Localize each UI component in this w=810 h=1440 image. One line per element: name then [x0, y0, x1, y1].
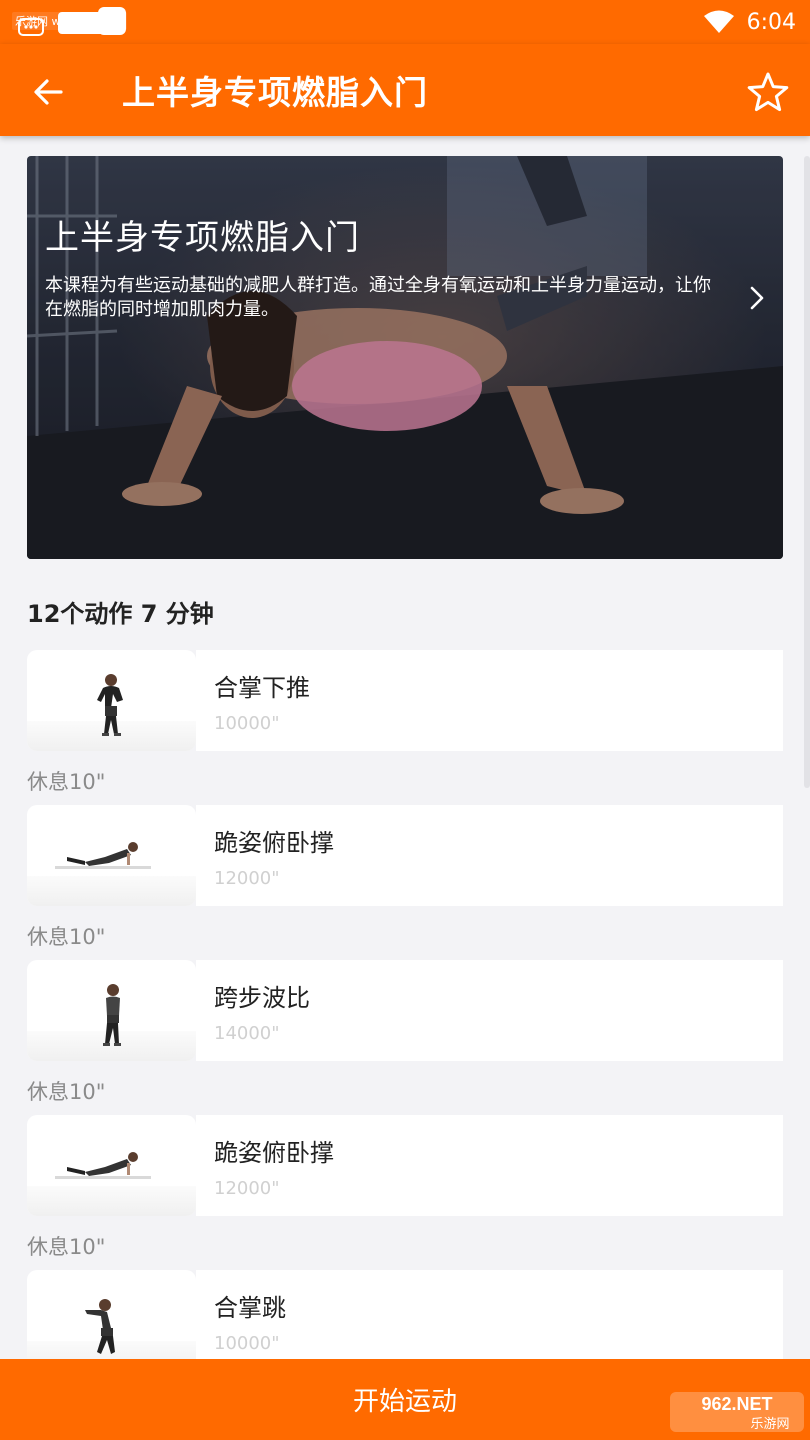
exercise-thumbnail — [27, 1270, 196, 1371]
exercise-name: 合掌下推 — [214, 674, 310, 702]
exercise-info: 跨步波比 14000" — [196, 960, 783, 1061]
exercise-item[interactable]: 跨步波比 14000" — [27, 960, 783, 1061]
arrow-left-icon — [34, 79, 63, 105]
status-bar: 乐游网 www.962.net 6:04 — [0, 0, 810, 44]
exercise-info: 跪姿俯卧撑 12000" — [196, 805, 783, 906]
exercise-duration: 12000" — [214, 1178, 280, 1199]
exercise-info: 合掌下推 10000" — [196, 650, 783, 751]
exercise-name: 合掌跳 — [214, 1294, 286, 1322]
exercise-thumbnail — [27, 805, 196, 906]
exercise-item[interactable]: 跪姿俯卧撑 12000" — [27, 805, 783, 906]
scrollbar[interactable] — [804, 156, 810, 788]
jump-pose-icon — [85, 1299, 115, 1354]
exercise-item[interactable]: 合掌跳 10000" — [27, 1270, 783, 1371]
wifi-icon — [703, 10, 734, 33]
pushup-pose-icon — [55, 842, 151, 869]
app-bar: 上半身专项燃脂入门 — [0, 44, 810, 136]
standing-pose-icon — [97, 674, 123, 736]
watermark-bottom-text: 乐游网 — [750, 1417, 789, 1432]
site-watermark-logo: 962.NET 乐游网 — [670, 1392, 804, 1432]
favorite-button[interactable] — [742, 66, 794, 118]
exercise-item[interactable]: 跪姿俯卧撑 12000" — [27, 1115, 783, 1216]
exercise-duration: 10000" — [214, 1333, 280, 1354]
notification-icon — [18, 18, 44, 40]
status-time: 6:04 — [746, 9, 796, 35]
hero-title: 上半身专项燃脂入门 — [45, 218, 360, 258]
star-outline-icon — [747, 72, 789, 112]
exercise-summary: 12个动作 7 分钟 — [27, 600, 214, 628]
hero-description: 本课程为有些运动基础的减肥人群打造。通过全身有氧运动和上半身力量运动，让你在燃脂… — [45, 275, 711, 320]
page-title: 上半身专项燃脂入门 — [122, 73, 428, 112]
exercise-name: 跨步波比 — [214, 984, 310, 1012]
exercise-thumbnail — [27, 1115, 196, 1216]
rest-label: 休息10" — [27, 1235, 106, 1259]
chevron-right-icon[interactable] — [745, 284, 769, 312]
rest-label: 休息10" — [27, 770, 106, 794]
exercise-duration: 10000" — [214, 713, 280, 734]
exercise-thumbnail — [27, 960, 196, 1061]
exercise-info: 跪姿俯卧撑 12000" — [196, 1115, 783, 1216]
exercise-info: 合掌跳 10000" — [196, 1270, 783, 1371]
status-app-icon — [98, 7, 126, 35]
exercise-duration: 14000" — [214, 1023, 280, 1044]
exercise-name: 跪姿俯卧撑 — [214, 829, 334, 857]
exercise-item[interactable]: 合掌下推 10000" — [27, 650, 783, 751]
back-button[interactable] — [22, 66, 74, 118]
rest-label: 休息10" — [27, 1080, 106, 1104]
standing-pose-icon — [103, 984, 121, 1046]
status-right: 6:04 — [703, 0, 796, 44]
exercise-duration: 12000" — [214, 868, 280, 889]
exercise-thumbnail — [27, 650, 196, 751]
exercise-name: 跪姿俯卧撑 — [214, 1139, 334, 1167]
watermark-top-text: 962.NET — [701, 1394, 772, 1414]
course-hero-card[interactable]: 上半身专项燃脂入门 本课程为有些运动基础的减肥人群打造。通过全身有氧运动和上半身… — [27, 156, 783, 559]
rest-label: 休息10" — [27, 925, 106, 949]
pushup-pose-icon — [55, 1152, 151, 1179]
